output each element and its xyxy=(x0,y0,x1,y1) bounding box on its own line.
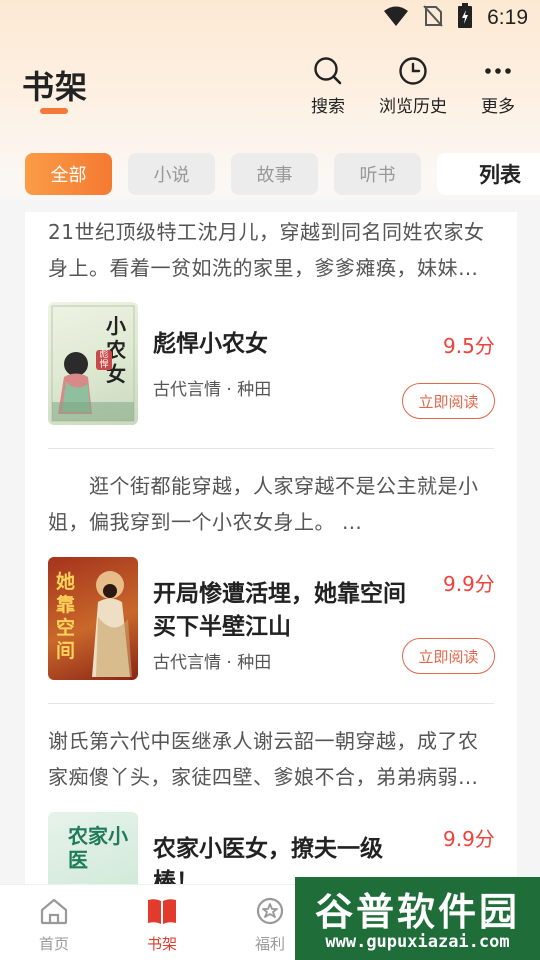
clock-icon xyxy=(398,56,428,86)
book-synopsis: 谢氏第六代中医继承人谢云韶一朝穿越，成了农 家痴傻丫头，家徒四壁、爹娘不合，弟弟… xyxy=(48,723,498,795)
nav-bookshelf[interactable]: 书架 xyxy=(127,897,197,954)
watermark-url: www.gupuxiazai.com xyxy=(325,932,510,952)
title-underline xyxy=(40,108,68,114)
book-title: 彪悍小农女 xyxy=(153,331,268,357)
history-button[interactable]: 浏览历史 xyxy=(373,56,453,117)
divider xyxy=(48,703,494,704)
synopsis-line: 逛个街都能穿越，人家穿越不是公主就是小 xyxy=(48,474,479,498)
book-title-line: 农家小医女，撩夫一级 xyxy=(153,836,383,862)
tab-audiobook[interactable]: 听书 xyxy=(334,153,421,195)
cover-title-text: 她靠空间 xyxy=(56,571,76,662)
synopsis-line: 姐，偏我穿到一个小农女身上。 … xyxy=(48,510,363,534)
battery-charging-icon xyxy=(457,3,473,33)
book-synopsis: 逛个街都能穿越，人家穿越不是公主就是小 姐，偏我穿到一个小农女身上。 … xyxy=(48,468,498,540)
more-label: 更多 xyxy=(481,97,515,117)
cover-badge-text: 彪悍 xyxy=(96,350,112,370)
nav-welfare-label: 福利 xyxy=(254,935,285,953)
nav-home[interactable]: 首页 xyxy=(19,897,89,954)
gift-icon xyxy=(255,897,285,929)
no-sim-icon xyxy=(423,4,443,32)
search-button[interactable]: 搜索 xyxy=(288,56,368,117)
book-title-line: 买下半壁江山 xyxy=(153,614,291,640)
watermark-logo: 谷普软件园 xyxy=(314,890,520,934)
book-cover[interactable]: 农家小医 xyxy=(48,812,138,884)
book-cover[interactable]: 她靠空间 xyxy=(48,557,138,680)
wifi-icon xyxy=(383,5,409,31)
home-icon xyxy=(39,897,69,929)
read-now-button[interactable]: 立即阅读 xyxy=(402,383,495,419)
category-tabs: 全部 小说 故事 听书 xyxy=(25,153,477,195)
watermark: 谷普软件园 www.gupuxiazai.com xyxy=(295,877,540,960)
book-score: 9.9分 xyxy=(443,827,495,851)
synopsis-line: 21世纪顶级特工沈月儿，穿越到同名同姓农家女 xyxy=(48,220,485,244)
synopsis-line: 谢氏第六代中医继承人谢云韶一朝穿越，成了农 xyxy=(48,729,479,753)
bookshelf-list: 21世纪顶级特工沈月儿，穿越到同名同姓农家女 身上。看着一贫如洗的家里，爹爹瘫痪… xyxy=(25,212,517,884)
tab-all[interactable]: 全部 xyxy=(25,153,112,195)
book-title: 开局惨遭活埋，她靠空间 买下半壁江山 xyxy=(153,578,433,644)
search-label: 搜索 xyxy=(311,97,345,117)
nav-bookshelf-label: 书架 xyxy=(146,935,177,953)
nav-home-label: 首页 xyxy=(38,935,69,953)
book-tags: 古代言情 · 种田 xyxy=(153,653,272,673)
more-button[interactable]: 更多 xyxy=(458,56,538,117)
history-label: 浏览历史 xyxy=(379,97,447,117)
book-title-line: 开局惨遭活埋，她靠空间 xyxy=(153,581,406,607)
search-icon xyxy=(313,56,343,86)
tab-novel[interactable]: 小说 xyxy=(128,153,215,195)
synopsis-line: 身上。看着一贫如洗的家里，爹爹瘫痪，妹妹… xyxy=(48,256,479,280)
read-now-button[interactable]: 立即阅读 xyxy=(402,638,495,674)
book-cover[interactable]: 小农女 彪悍 xyxy=(48,302,138,425)
more-dots-icon xyxy=(483,56,513,86)
page-title: 书架 xyxy=(22,68,89,106)
status-bar: 6:19 xyxy=(0,0,540,36)
list-view-toggle[interactable]: 列表 xyxy=(460,153,540,195)
tab-story[interactable]: 故事 xyxy=(231,153,318,195)
divider xyxy=(48,448,494,449)
book-icon xyxy=(146,897,178,929)
book-tags: 古代言情 · 种田 xyxy=(153,380,272,400)
book-synopsis: 21世纪顶级特工沈月儿，穿越到同名同姓农家女 身上。看着一贫如洗的家里，爹爹瘫痪… xyxy=(48,214,498,286)
synopsis-line: 家痴傻丫头，家徒四壁、爹娘不合，弟弟病弱… xyxy=(48,765,479,789)
book-score: 9.5分 xyxy=(443,334,495,358)
book-score: 9.9分 xyxy=(443,572,495,596)
cover-title-text: 农家小医 xyxy=(68,824,128,872)
status-time: 6:19 xyxy=(487,6,528,29)
